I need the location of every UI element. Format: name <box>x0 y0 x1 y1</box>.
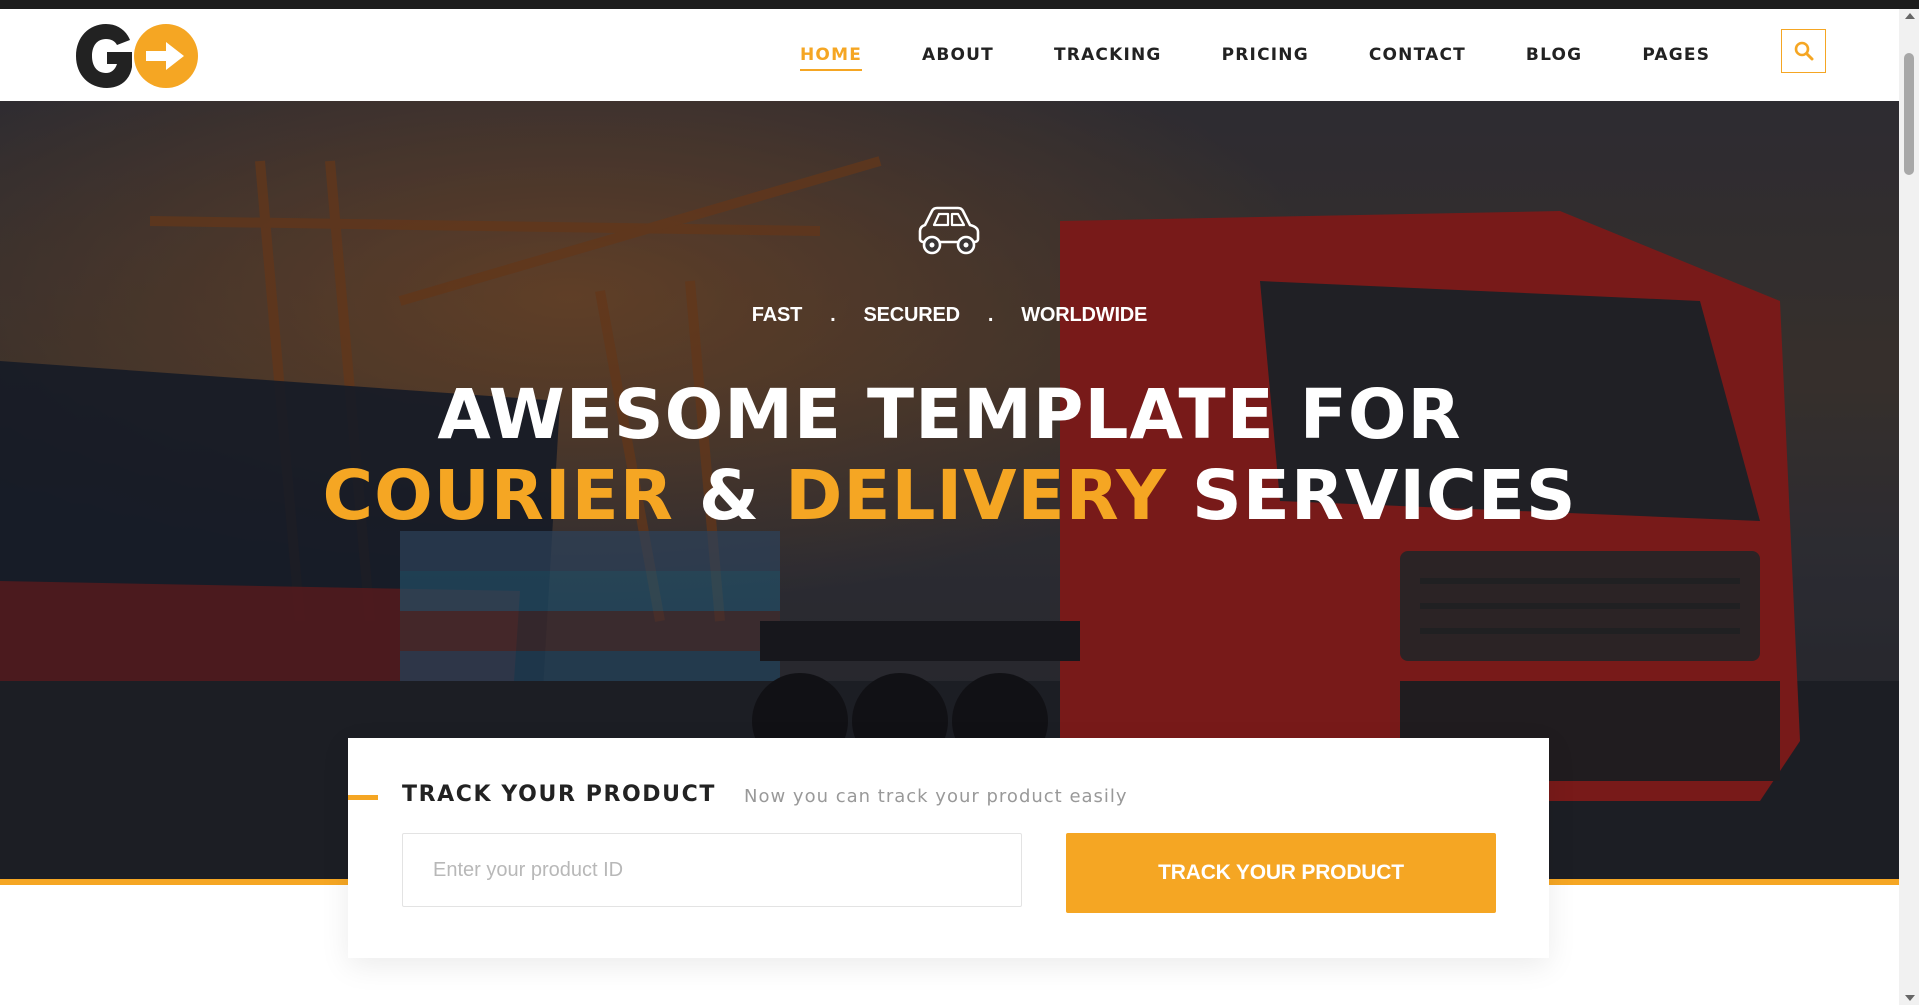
scroll-down-arrow-icon[interactable] <box>1905 995 1915 1001</box>
product-id-input[interactable] <box>402 833 1022 907</box>
track-product-button[interactable]: TRACK YOUR PRODUCT <box>1066 833 1496 913</box>
tracking-card: TRACK YOUR PRODUCT Now you can track you… <box>348 738 1549 958</box>
tracking-title: TRACK YOUR PRODUCT <box>402 782 716 807</box>
nav-item-pricing[interactable]: PRICING <box>1222 39 1309 71</box>
nav-item-about[interactable]: ABOUT <box>922 39 994 71</box>
scrollbar-thumb[interactable] <box>1904 53 1914 175</box>
headline-delivery: DELIVERY <box>785 456 1168 536</box>
nav-item-blog[interactable]: BLOG <box>1526 39 1582 71</box>
headline-services: SERVICES <box>1192 456 1577 536</box>
hero-headline-line1: AWESOME TEMPLATE FOR <box>437 375 1462 455</box>
hero-tagline: FAST . SECURED . WORLDWIDE <box>0 304 1899 327</box>
site-logo[interactable] <box>70 18 200 94</box>
tagline-fast: FAST <box>751 304 803 326</box>
nav-item-home[interactable]: HOME <box>800 39 863 71</box>
search-icon <box>1794 41 1813 61</box>
nav-item-contact[interactable]: CONTACT <box>1369 39 1466 71</box>
logo-graphic <box>76 24 198 88</box>
hero-headline-line2: COURIER & DELIVERY SERVICES <box>0 456 1899 536</box>
search-button[interactable] <box>1781 29 1826 73</box>
browser-top-strip <box>0 0 1919 9</box>
nav-item-tracking[interactable]: TRACKING <box>1054 39 1162 71</box>
tracking-title-accent <box>348 795 378 800</box>
site-header: HOME ABOUT TRACKING PRICING CONTACT BLOG… <box>0 9 1899 101</box>
tagline-separator: . <box>987 304 994 326</box>
headline-ampersand: & <box>698 456 761 536</box>
tagline-worldwide: WORLDWIDE <box>1021 304 1148 326</box>
tagline-separator: . <box>830 304 836 326</box>
tagline-secured: SECURED <box>863 304 960 326</box>
main-nav: HOME ABOUT TRACKING PRICING CONTACT BLOG… <box>800 9 1770 101</box>
car-icon <box>918 206 980 255</box>
page-scrollbar[interactable] <box>1899 9 1919 1005</box>
headline-courier: COURIER <box>322 456 674 536</box>
tracking-subtitle: Now you can track your product easily <box>744 786 1128 807</box>
nav-item-pages[interactable]: PAGES <box>1642 39 1710 71</box>
scroll-up-arrow-icon[interactable] <box>1905 13 1915 19</box>
